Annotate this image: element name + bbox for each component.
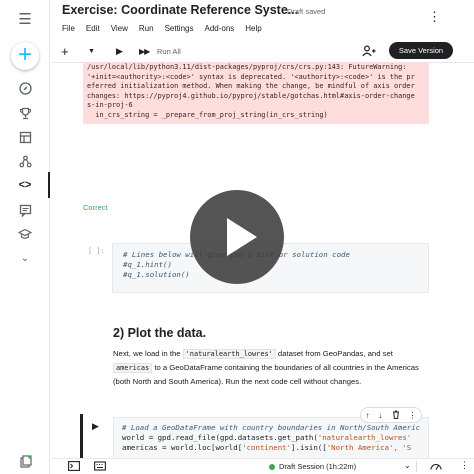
menu-view[interactable]: View: [111, 24, 128, 33]
move-down-icon[interactable]: ↓: [379, 411, 383, 420]
table-icon[interactable]: [14, 126, 36, 148]
menu-help[interactable]: Help: [245, 24, 261, 33]
code-line: americas = world.loc[world[: [122, 443, 243, 452]
menu-addons[interactable]: Add-ons: [204, 24, 234, 33]
menu-edit[interactable]: Edit: [86, 24, 100, 33]
status-bar: Draft Session (1h:22m) ⌄ ⋮: [52, 458, 474, 474]
gauge-icon[interactable]: [430, 461, 442, 473]
add-cell-dropdown-icon[interactable]: ▼: [88, 43, 95, 59]
move-up-icon[interactable]: ↑: [366, 411, 370, 420]
video-play-button[interactable]: [190, 190, 284, 284]
notebooks-icon[interactable]: [14, 450, 36, 472]
para-text: to a GeoDataFrame containing the boundar…: [113, 363, 419, 386]
hamburger-icon[interactable]: ☰: [14, 8, 36, 30]
menu-run[interactable]: Run: [139, 24, 154, 33]
code-string: 'North America', 'S: [326, 443, 412, 452]
collaborators-icon[interactable]: [362, 43, 376, 59]
left-rail: ☰ + <> ⌄: [0, 0, 50, 474]
comment-icon[interactable]: [14, 199, 36, 221]
session-status[interactable]: Draft Session (1h:22m): [279, 462, 356, 471]
code-string: 'naturalearth_lowres': [317, 433, 412, 442]
status-more-icon[interactable]: ⋮: [460, 460, 469, 471]
run-all-icon[interactable]: ▶▶: [139, 43, 150, 59]
cell-toolbar: ↑ ↓ ⋮: [360, 407, 422, 423]
add-cell-icon[interactable]: +: [61, 43, 69, 59]
trophy-icon[interactable]: [14, 102, 36, 124]
create-button[interactable]: +: [11, 42, 39, 70]
menu-file[interactable]: File: [62, 24, 75, 33]
session-dropdown-icon[interactable]: ⌄: [404, 461, 411, 470]
cell-output-warning: /usr/local/lib/python3.11/dist-packages/…: [83, 62, 429, 124]
chevron-down-icon[interactable]: ⌄: [14, 247, 36, 269]
session-status-dot: [269, 464, 275, 470]
divider: [416, 461, 417, 472]
para-text: dataset from GeoPandas, and set: [275, 349, 393, 358]
warning-text: /usr/local/lib/python3.11/dist-packages/…: [87, 63, 415, 119]
more-icon[interactable]: ⋮: [409, 411, 417, 420]
instruction-paragraph: Next, we load in the 'naturalearth_lowre…: [113, 347, 433, 388]
code-line: ].isin([: [291, 443, 327, 452]
code-cell-load-data[interactable]: # Load a GeoDataFrame with country bound…: [113, 417, 429, 462]
draft-status: Draft saved: [287, 7, 326, 16]
notebook-title[interactable]: Exercise: Coordinate Reference Syste...: [62, 3, 298, 17]
active-indicator: [48, 172, 50, 198]
compass-icon[interactable]: [14, 77, 36, 99]
menu-bar: File Edit View Run Settings Add-ons Help: [62, 24, 262, 33]
cell-execution-count: [ ]:: [88, 247, 105, 255]
code-icon[interactable]: <>: [14, 174, 36, 196]
run-cell-icon[interactable]: ▶: [116, 43, 123, 59]
correct-label: Correct: [83, 203, 108, 212]
menu-settings[interactable]: Settings: [165, 24, 194, 33]
active-cell-indicator: [80, 414, 83, 460]
school-icon[interactable]: [14, 223, 36, 245]
delete-icon[interactable]: [392, 410, 400, 421]
hierarchy-icon[interactable]: [14, 150, 36, 172]
console-icon[interactable]: [68, 461, 80, 473]
code-line: world = gpd.read_file(gpd.datasets.get_p…: [122, 433, 318, 442]
keyboard-icon[interactable]: [94, 461, 106, 473]
inline-code: americas: [113, 363, 153, 373]
run-all-button[interactable]: Run All: [157, 43, 181, 59]
section-heading: 2) Plot the data.: [113, 326, 207, 340]
code-string: 'continent': [242, 443, 292, 452]
run-cell-icon[interactable]: ▶: [92, 421, 99, 432]
para-text: Next, we load in the: [113, 349, 183, 358]
code-comment: # Load a GeoDataFrame with country bound…: [122, 423, 421, 432]
inline-code: 'naturalearth_lowres': [182, 349, 276, 359]
more-options-icon[interactable]: ⋮: [428, 10, 441, 24]
save-version-button[interactable]: Save Version: [389, 42, 453, 59]
